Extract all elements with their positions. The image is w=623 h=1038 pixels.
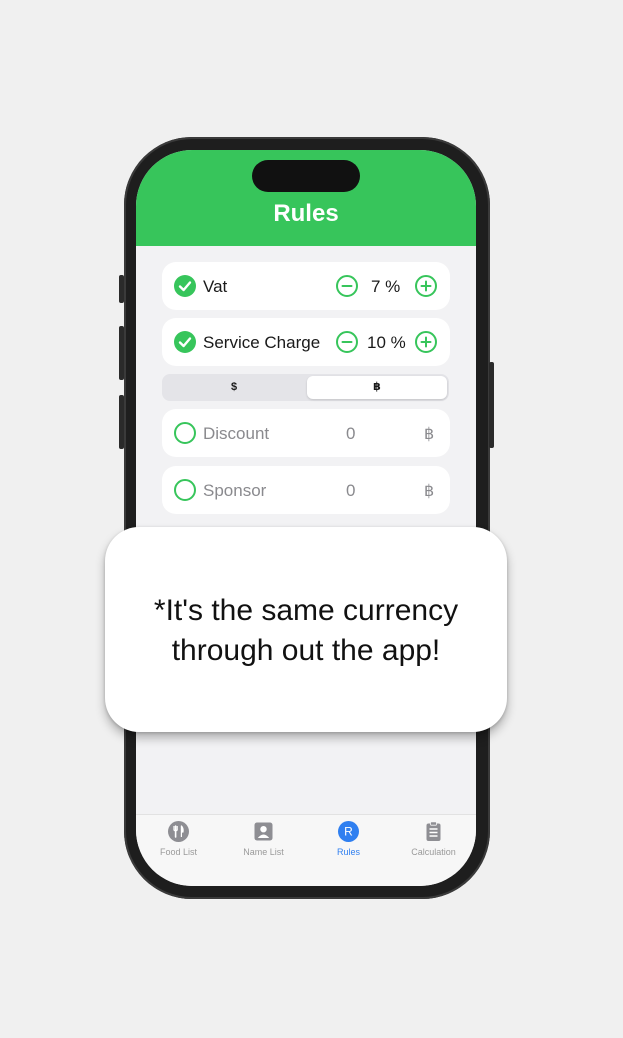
clipboard-list-icon bbox=[426, 821, 441, 841]
discount-checkbox[interactable] bbox=[174, 422, 196, 444]
person-card-icon bbox=[254, 822, 273, 841]
adjustment-row-discount: Discount 0 ฿ bbox=[162, 409, 450, 457]
tab-bar: Food List Name List R Rules Calculation bbox=[136, 814, 476, 886]
vat-value: 7 % bbox=[371, 277, 401, 296]
vat-label: Vat bbox=[203, 277, 228, 296]
callout-line-1: *It's the same currency bbox=[153, 594, 459, 627]
currency-segmented-control: $ ฿ bbox=[162, 374, 449, 401]
discount-amount-field[interactable]: 0 bbox=[346, 424, 355, 444]
dynamic-island bbox=[252, 160, 360, 192]
fork-knife-icon bbox=[168, 821, 189, 842]
tab-label: Rules bbox=[336, 847, 360, 857]
discount-currency: ฿ bbox=[424, 426, 435, 443]
phone-screen: Rules Vat 7 % Service Charge 10 % $ ฿ Di… bbox=[136, 150, 476, 886]
rules-icon-letter: R bbox=[344, 825, 353, 839]
checkmark-icon bbox=[178, 337, 192, 348]
sponsor-amount-field[interactable]: 0 bbox=[346, 481, 355, 501]
checkmark-icon bbox=[178, 281, 192, 292]
callout-line-2: through out the app! bbox=[171, 634, 441, 667]
service-charge-increment-button[interactable] bbox=[415, 331, 437, 353]
sponsor-currency: ฿ bbox=[424, 483, 435, 500]
currency-option-baht[interactable]: ฿ bbox=[307, 376, 447, 399]
page-title: Rules bbox=[273, 200, 339, 227]
discount-label: Discount bbox=[203, 424, 270, 443]
rules-r-icon: R bbox=[338, 821, 359, 842]
service-charge-decrement-button[interactable] bbox=[336, 331, 358, 353]
vat-checkbox[interactable] bbox=[174, 275, 196, 297]
service-charge-value: 10 % bbox=[367, 333, 406, 352]
adjustment-row-sponsor: Sponsor 0 ฿ bbox=[162, 466, 450, 514]
currency-option-dollar[interactable]: $ bbox=[164, 376, 304, 399]
plus-icon bbox=[420, 336, 432, 348]
sponsor-label: Sponsor bbox=[203, 481, 267, 500]
vat-decrement-button[interactable] bbox=[336, 275, 358, 297]
plus-icon bbox=[420, 280, 432, 292]
tab-label: Calculation bbox=[411, 847, 456, 857]
service-charge-label: Service Charge bbox=[203, 333, 321, 352]
rule-row-vat: Vat 7 % bbox=[162, 262, 450, 310]
phone-action-button bbox=[119, 275, 124, 303]
tab-label: Name List bbox=[243, 847, 284, 857]
phone-power-button bbox=[489, 362, 494, 448]
phone-volume-up-button bbox=[119, 326, 124, 380]
vat-increment-button[interactable] bbox=[415, 275, 437, 297]
currency-note-callout: *It's the same currency through out the … bbox=[105, 527, 507, 732]
minus-icon bbox=[341, 341, 353, 343]
rule-row-service-charge: Service Charge 10 % bbox=[162, 318, 450, 366]
minus-icon bbox=[341, 285, 353, 287]
tab-label: Food List bbox=[159, 847, 198, 857]
service-charge-checkbox[interactable] bbox=[174, 331, 196, 353]
callout-text: *It's the same currency through out the … bbox=[105, 591, 507, 671]
navigation-bar: Rules bbox=[136, 150, 476, 246]
phone-volume-down-button bbox=[119, 395, 124, 449]
sponsor-checkbox[interactable] bbox=[174, 479, 196, 501]
